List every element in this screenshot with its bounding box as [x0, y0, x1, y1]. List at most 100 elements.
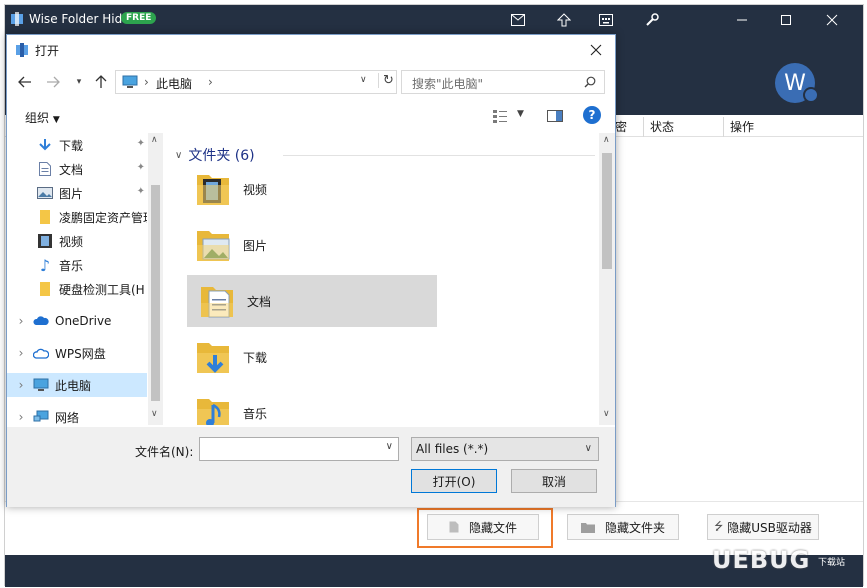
dialog-bottom-area: 文件名(N): ∨ All files (*.*) ∨ 打开(O) 取消	[7, 427, 615, 507]
sidebar-item-onedrive[interactable]: › OneDrive	[7, 309, 147, 333]
keyboard-icon[interactable]	[595, 9, 617, 31]
sidebar-item-label: 网络	[55, 410, 80, 425]
folders-group-header[interactable]: ∨ 文件夹 (6)	[175, 145, 255, 165]
sidebar-item-label: 下载	[59, 138, 84, 153]
open-button[interactable]: 打开(O)	[411, 469, 497, 493]
mail-icon[interactable]	[507, 9, 529, 31]
sidebar-scrollbar[interactable]: ∧ ∨	[148, 133, 163, 425]
computer-icon	[33, 377, 49, 393]
expand-chevron-icon[interactable]: ›	[15, 409, 27, 425]
dialog-close-icon[interactable]	[585, 39, 607, 61]
main-titlebar: Wise Folder Hider FREE	[5, 5, 863, 35]
pictures-icon	[37, 185, 53, 201]
sidebar-item-label: 图片	[59, 186, 84, 201]
sidebar-item-pictures[interactable]: 图片 ✦	[7, 181, 147, 205]
site-watermark-sub: 下载站	[818, 558, 846, 568]
sidebar-item-label: 文档	[59, 162, 84, 177]
scrollbar-thumb[interactable]	[602, 153, 612, 269]
sidebar-item-folder[interactable]: 凌鹏固定资产管理	[7, 205, 147, 229]
file-item-documents[interactable]: 文档	[187, 275, 437, 327]
app-logo-icon	[11, 12, 23, 26]
file-item-label: 图片	[243, 238, 268, 253]
filename-input[interactable]: ∨	[199, 437, 399, 461]
breadcrumb-chevron-icon: ›	[144, 75, 149, 89]
network-icon	[33, 409, 49, 425]
expand-chevron-icon[interactable]: ›	[15, 345, 27, 361]
collapse-chevron-icon: ∨	[175, 149, 183, 161]
up-arrow-icon[interactable]	[91, 72, 111, 92]
file-item-downloads[interactable]: 下载	[183, 331, 433, 383]
downloads-folder-icon	[193, 337, 233, 377]
file-item-label: 文档	[247, 294, 272, 309]
hide-file-button[interactable]: 隐藏文件	[427, 514, 539, 540]
sidebar-item-this-pc[interactable]: › 此电脑	[7, 373, 147, 397]
maximize-icon[interactable]	[775, 9, 797, 31]
expand-chevron-icon[interactable]: ›	[15, 377, 27, 393]
video-icon	[37, 233, 53, 249]
sidebar-item-documents[interactable]: 文档 ✦	[7, 157, 147, 181]
sidebar-item-videos[interactable]: 视频	[7, 229, 147, 253]
pin-icon: ✦	[136, 186, 145, 197]
sidebar-item-downloads[interactable]: 下载 ✦	[7, 133, 147, 157]
recent-dropdown-icon[interactable]: ▾	[69, 72, 89, 92]
sidebar-item-music[interactable]: ♪ 音乐	[7, 253, 147, 277]
chevron-down-icon: ∨	[584, 443, 592, 454]
hide-folder-label: 隐藏文件夹	[604, 520, 665, 535]
expand-chevron-icon[interactable]: ›	[15, 313, 27, 329]
view-options-icon[interactable]	[493, 109, 509, 126]
navigation-row: ▾ › 此电脑 › ∨ ↻ 搜索"此电脑"	[7, 67, 615, 97]
scroll-up-icon[interactable]: ∧	[603, 135, 610, 145]
app-title: Wise Folder Hider	[29, 12, 135, 26]
refresh-icon[interactable]: ↻	[378, 73, 394, 88]
cancel-button[interactable]: 取消	[511, 469, 597, 493]
file-type-value: All files (*.*)	[416, 442, 489, 456]
site-watermark: UEBUG	[712, 546, 811, 574]
search-box[interactable]: 搜索"此电脑"	[401, 70, 605, 94]
scroll-down-icon[interactable]: ∨	[151, 409, 158, 419]
forward-arrow-icon[interactable]	[43, 72, 63, 92]
upgrade-icon[interactable]	[553, 9, 575, 31]
breadcrumb-chevron-icon: ›	[208, 75, 213, 89]
minimize-icon[interactable]	[731, 9, 753, 31]
sidebar-item-label: 凌鹏固定资产管理	[59, 210, 147, 225]
help-icon[interactable]: ?	[583, 106, 601, 124]
content-scrollbar[interactable]: ∧ ∨	[599, 133, 615, 425]
settings-icon[interactable]	[641, 9, 663, 31]
music-icon: ♪	[39, 255, 51, 275]
folder-icon	[37, 281, 53, 297]
sidebar-item-label: 音乐	[59, 258, 84, 273]
column-header-status[interactable]: 状态	[643, 117, 723, 137]
organize-menu[interactable]: 组织 ▼	[25, 109, 60, 126]
file-type-select[interactable]: All files (*.*) ∨	[411, 437, 599, 461]
preview-pane-icon[interactable]	[547, 109, 563, 126]
hide-usb-button[interactable]: ⭍ 隐藏USB驱动器	[707, 514, 819, 540]
file-item-pictures[interactable]: 图片	[183, 219, 433, 271]
filename-dropdown-icon[interactable]: ∨	[386, 441, 393, 452]
back-arrow-icon[interactable]	[15, 72, 35, 92]
music-folder-icon	[193, 393, 233, 425]
address-bar[interactable]: › 此电脑 › ∨ ↻	[115, 70, 397, 94]
open-file-dialog: 打开 ▾ › 此电脑 › ∨ ↻ 搜索"此电脑" 组织 ▼ ▼ ? 下载 ✦ 文…	[6, 34, 616, 507]
view-dropdown-icon[interactable]: ▼	[517, 109, 524, 119]
sidebar-item-wps-cloud[interactable]: › WPS网盘	[7, 341, 147, 365]
file-list-pane: ∨ 文件夹 (6) 视频 图片 文档 下载 音乐	[167, 133, 599, 425]
address-dropdown-icon[interactable]: ∨	[360, 75, 367, 85]
usb-icon: ⭍	[714, 519, 724, 533]
column-header-action[interactable]: 操作	[723, 117, 851, 137]
scroll-up-icon[interactable]: ∧	[151, 135, 158, 145]
close-icon[interactable]	[821, 9, 843, 31]
sidebar-item-folder[interactable]: 硬盘检测工具(H	[7, 277, 147, 301]
hide-folder-button[interactable]: 隐藏文件夹	[567, 514, 679, 540]
scroll-down-icon[interactable]: ∨	[603, 409, 610, 419]
sidebar-item-network[interactable]: › 网络	[7, 405, 147, 425]
file-item-videos[interactable]: 视频	[183, 163, 433, 215]
pictures-folder-icon	[193, 225, 233, 265]
computer-icon	[122, 75, 138, 88]
hide-file-label: 隐藏文件	[468, 520, 517, 535]
free-badge: FREE	[121, 12, 157, 24]
avatar-status-dot	[803, 87, 819, 103]
scrollbar-thumb[interactable]	[151, 185, 160, 401]
dialog-toolbar: 组织 ▼ ▼ ?	[7, 101, 615, 131]
breadcrumb-this-pc[interactable]: 此电脑	[156, 75, 192, 92]
file-item-music[interactable]: 音乐	[183, 387, 433, 425]
